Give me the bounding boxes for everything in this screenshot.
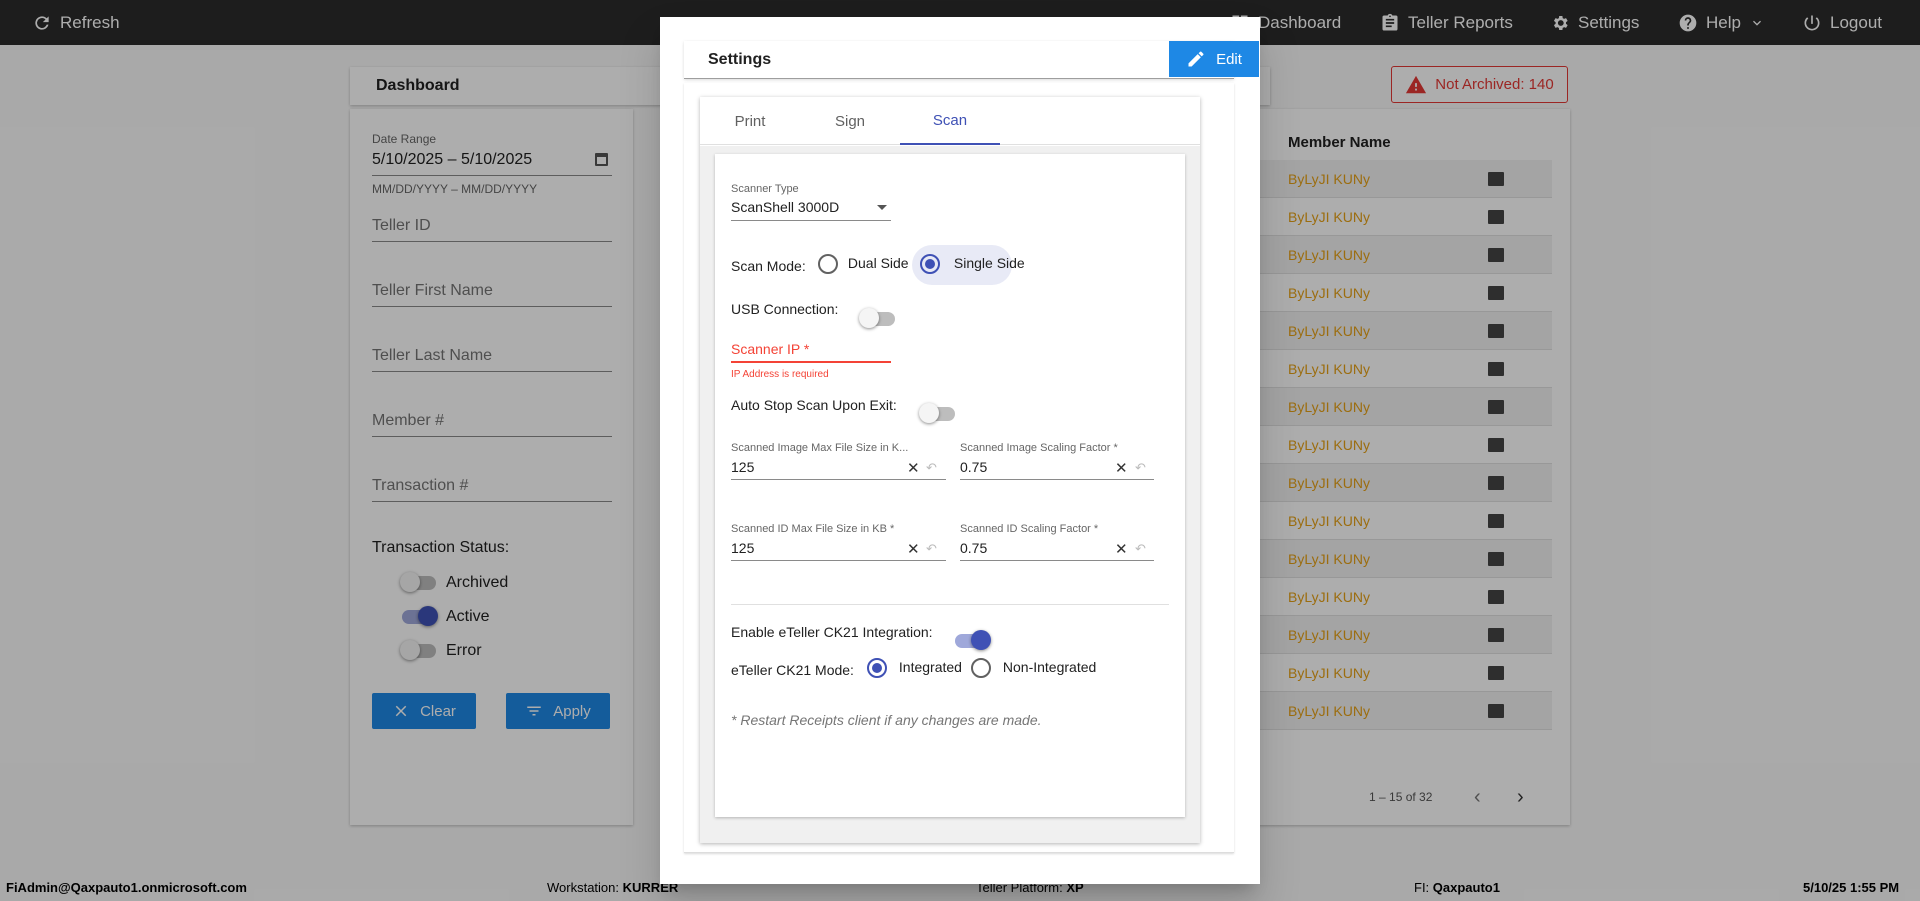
id-max-size-underline <box>731 560 946 561</box>
clear-x-icon[interactable]: ✕ <box>1115 540 1128 558</box>
scanner-ip-error: IP Address is required <box>731 369 829 380</box>
auto-stop-label: Auto Stop Scan Upon Exit: <box>731 397 897 413</box>
id-max-size-label: Scanned ID Max File Size in KB * <box>731 523 895 535</box>
clear-x-icon[interactable]: ✕ <box>907 540 920 558</box>
image-max-size-label: Scanned Image Max File Size in K... <box>731 442 909 454</box>
scanner-type-label: Scanner Type <box>731 183 799 195</box>
usb-connection-label: USB Connection: <box>731 301 839 317</box>
tab-bar: Print Sign Scan <box>700 97 1200 145</box>
scanner-type-value: ScanShell 3000D <box>731 199 840 215</box>
settings-dialog: Settings Edit Print Sign Scan Scanner Ty… <box>660 17 1260 884</box>
edit-label: Edit <box>1216 50 1242 68</box>
scanner-type-select[interactable]: ScanShell 3000D <box>731 199 891 215</box>
scan-tab-content: Scanner Type ScanShell 3000D Scan Mode: … <box>700 146 1200 843</box>
restart-note: * Restart Receipts client if any changes… <box>731 712 1042 728</box>
tab-print[interactable]: Print <box>700 97 800 145</box>
image-scaling-underline <box>960 479 1154 480</box>
auto-stop-switch[interactable] <box>919 403 955 423</box>
scanner-type-underline <box>731 220 891 221</box>
ck21-integration-switch[interactable] <box>955 630 991 650</box>
non-integrated-label: Non-Integrated <box>1002 658 1097 675</box>
scanner-ip-underline <box>731 361 891 363</box>
image-max-size-underline <box>731 479 946 480</box>
dual-side-radio[interactable] <box>818 254 838 274</box>
edit-button[interactable]: Edit <box>1169 41 1259 77</box>
id-scaling-underline <box>960 560 1154 561</box>
id-scaling-input[interactable]: 0.75 <box>960 540 987 556</box>
undo-icon[interactable]: ↶ <box>926 460 937 476</box>
ck21-mode-non-integrated[interactable]: Non-Integrated <box>971 658 1096 678</box>
tab-sign[interactable]: Sign <box>800 97 900 145</box>
integrated-label: Integrated <box>898 658 962 675</box>
ck21-integration-label: Enable eTeller CK21 Integration: <box>731 624 933 640</box>
section-divider <box>731 604 1169 605</box>
dropdown-arrow-icon <box>877 205 887 210</box>
dialog-header: Settings Edit <box>684 41 1259 79</box>
id-max-size-input[interactable]: 125 <box>731 540 754 556</box>
clear-x-icon[interactable]: ✕ <box>1115 459 1128 477</box>
non-integrated-radio[interactable] <box>971 658 991 678</box>
image-scaling-input[interactable]: 0.75 <box>960 459 987 475</box>
dialog-title: Settings <box>708 51 772 68</box>
image-max-size-input[interactable]: 125 <box>731 459 754 475</box>
scan-mode-label: Scan Mode: <box>731 258 806 274</box>
id-scaling-label: Scanned ID Scaling Factor * <box>960 523 1099 535</box>
scan-mode-dual[interactable]: Dual Side <box>818 254 909 274</box>
scan-settings-form: Scanner Type ScanShell 3000D Scan Mode: … <box>715 154 1185 817</box>
tab-scan[interactable]: Scan <box>900 97 1000 145</box>
undo-icon[interactable]: ↶ <box>1135 460 1146 476</box>
settings-tabs: Print Sign Scan Scanner Type ScanShell 3… <box>700 97 1200 843</box>
dual-side-label: Dual Side <box>847 254 909 271</box>
ck21-mode-label: eTeller CK21 Mode: <box>731 662 854 678</box>
image-scaling-label: Scanned Image Scaling Factor * <box>960 442 1118 454</box>
single-side-radio[interactable] <box>920 254 940 274</box>
usb-connection-switch[interactable] <box>859 308 895 328</box>
integrated-radio[interactable] <box>867 658 887 678</box>
undo-icon[interactable]: ↶ <box>926 541 937 557</box>
single-side-label: Single Side <box>953 254 1025 271</box>
ck21-mode-integrated[interactable]: Integrated <box>867 658 962 678</box>
clear-x-icon[interactable]: ✕ <box>907 459 920 477</box>
undo-icon[interactable]: ↶ <box>1135 541 1146 557</box>
scanner-ip-field[interactable]: Scanner IP * <box>731 341 809 357</box>
pencil-icon <box>1188 51 1204 67</box>
scan-mode-single[interactable]: Single Side <box>920 254 1025 274</box>
